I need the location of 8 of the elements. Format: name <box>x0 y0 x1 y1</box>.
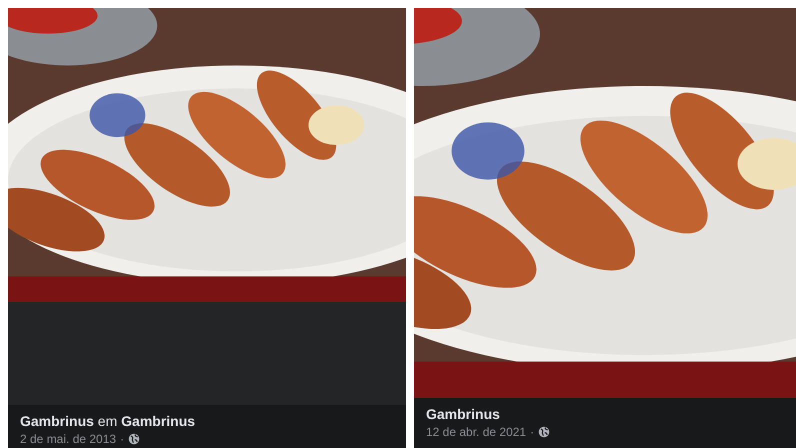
post-title: Gambrinus <box>426 406 501 422</box>
globe-icon <box>128 433 140 445</box>
globe-icon <box>538 426 550 438</box>
post-date: 12 de abr. de 2021 <box>426 425 526 439</box>
separator-dot: · <box>120 432 124 446</box>
post-title: Gambrinus em Gambrinus <box>20 413 196 429</box>
separator-dot: · <box>530 425 534 439</box>
post-date: 2 de mai. de 2013 <box>20 432 116 446</box>
